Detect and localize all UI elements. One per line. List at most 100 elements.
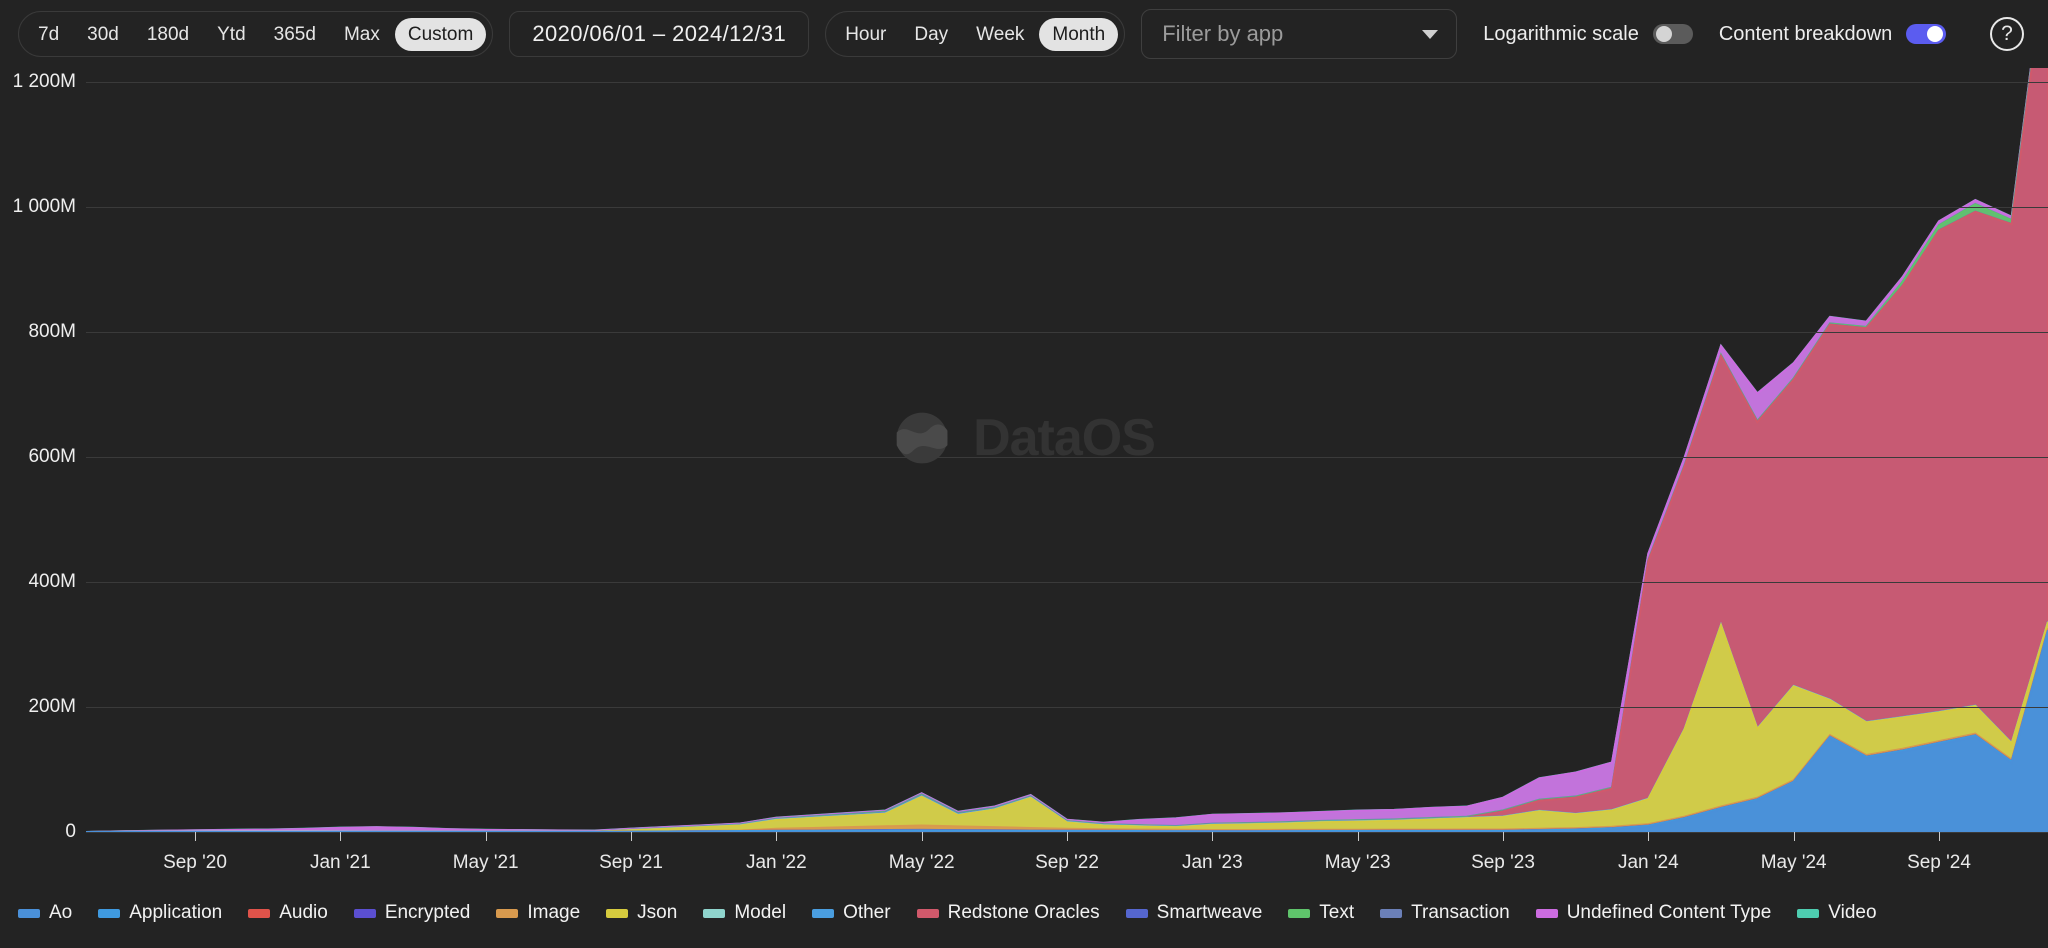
legend-label: Smartweave: [1157, 902, 1263, 924]
x-axis-tick: [486, 832, 487, 841]
range-preset-max[interactable]: Max: [331, 18, 393, 51]
gridline: [86, 82, 2048, 83]
legend-label: Undefined Content Type: [1567, 902, 1772, 924]
switch-knob: [1656, 26, 1672, 42]
plot-area[interactable]: Sep '20Jan '21May '21Sep '21Jan '22May '…: [86, 68, 2048, 878]
x-axis-tick: [1358, 832, 1359, 841]
granularity-hour[interactable]: Hour: [832, 18, 899, 51]
gridline: [86, 207, 2048, 208]
legend-label: Audio: [279, 902, 328, 924]
y-axis-label: 1 000M: [13, 196, 76, 218]
x-axis-tick: [1794, 832, 1795, 841]
legend-item[interactable]: Image: [496, 902, 580, 924]
legend-item[interactable]: Other: [812, 902, 891, 924]
y-axis-label: 600M: [28, 446, 76, 468]
range-preset-7d[interactable]: 7d: [25, 18, 72, 51]
x-axis-label: Jan '24: [1618, 852, 1679, 874]
legend-item[interactable]: Json: [606, 902, 677, 924]
legend-swatch-icon: [248, 909, 270, 918]
legend-swatch-icon: [18, 909, 40, 918]
y-axis-label: 800M: [28, 321, 76, 343]
legend-label: Json: [637, 902, 677, 924]
legend-item[interactable]: Smartweave: [1126, 902, 1263, 924]
legend-swatch-icon: [812, 909, 834, 918]
y-axis-label: 200M: [28, 696, 76, 718]
x-axis-label: Sep '24: [1907, 852, 1971, 874]
log-scale-switch[interactable]: [1653, 24, 1693, 44]
range-preset-365d[interactable]: 365d: [261, 18, 329, 51]
x-axis-label: Sep '22: [1035, 852, 1099, 874]
legend-swatch-icon: [703, 909, 725, 918]
x-axis-tick: [195, 832, 196, 841]
legend-label: Application: [129, 902, 222, 924]
range-preset-ytd[interactable]: Ytd: [204, 18, 259, 51]
range-preset-30d[interactable]: 30d: [74, 18, 132, 51]
range-preset-custom[interactable]: Custom: [395, 18, 486, 51]
legend-label: Transaction: [1411, 902, 1510, 924]
legend-label: Video: [1828, 902, 1876, 924]
x-axis-tick: [1503, 832, 1504, 841]
app-filter-placeholder: Filter by app: [1162, 21, 1283, 47]
area-series-svg: [86, 68, 2048, 878]
legend-swatch-icon: [1536, 909, 1558, 918]
content-breakdown-label: Content breakdown: [1719, 23, 1892, 46]
x-axis-label: May '23: [1325, 852, 1391, 874]
x-axis-label: Sep '21: [599, 852, 663, 874]
range-preset-group[interactable]: 7d30d180dYtd365dMaxCustom: [18, 11, 493, 57]
granularity-group[interactable]: HourDayWeekMonth: [825, 11, 1125, 57]
x-axis-label: Jan '21: [310, 852, 371, 874]
gridline: [86, 457, 2048, 458]
x-axis-tick: [1939, 832, 1940, 841]
legend-swatch-icon: [1126, 909, 1148, 918]
content-breakdown-switch[interactable]: [1906, 24, 1946, 44]
legend-item[interactable]: Redstone Oracles: [917, 902, 1100, 924]
legend-item[interactable]: Audio: [248, 902, 328, 924]
content-breakdown-toggle[interactable]: Content breakdown: [1719, 23, 1946, 46]
legend-label: Redstone Oracles: [948, 902, 1100, 924]
x-axis-tick: [1067, 832, 1068, 841]
y-axis-label: 0: [65, 821, 76, 843]
date-range-input[interactable]: 2020/06/01 – 2024/12/31: [509, 11, 809, 57]
app-filter-select[interactable]: Filter by app: [1141, 9, 1457, 59]
granularity-day[interactable]: Day: [901, 18, 961, 51]
log-scale-toggle[interactable]: Logarithmic scale: [1483, 23, 1693, 46]
analytics-dashboard: 7d30d180dYtd365dMaxCustom 2020/06/01 – 2…: [0, 0, 2048, 948]
legend-item[interactable]: Application: [98, 902, 222, 924]
gridline: [86, 332, 2048, 333]
legend-item[interactable]: Undefined Content Type: [1536, 902, 1772, 924]
legend-label: Other: [843, 902, 891, 924]
y-axis: 0200M400M600M800M1 000M1 200M: [0, 68, 76, 878]
granularity-month[interactable]: Month: [1039, 18, 1118, 51]
chart-toolbar: 7d30d180dYtd365dMaxCustom 2020/06/01 – 2…: [0, 0, 2048, 68]
range-preset-180d[interactable]: 180d: [134, 18, 202, 51]
legend-label: Text: [1319, 902, 1354, 924]
legend-swatch-icon: [1380, 909, 1402, 918]
x-axis-label: May '24: [1761, 852, 1827, 874]
legend-item[interactable]: Model: [703, 902, 786, 924]
legend-swatch-icon: [98, 909, 120, 918]
x-axis-tick: [1212, 832, 1213, 841]
legend-item[interactable]: Video: [1797, 902, 1876, 924]
legend-swatch-icon: [354, 909, 376, 918]
x-axis-tick: [922, 832, 923, 841]
legend-item[interactable]: Encrypted: [354, 902, 471, 924]
legend-swatch-icon: [917, 909, 939, 918]
legend-item[interactable]: Transaction: [1380, 902, 1510, 924]
x-axis-label: Jan '23: [1182, 852, 1243, 874]
x-axis-label: Sep '20: [163, 852, 227, 874]
legend-item[interactable]: Text: [1288, 902, 1354, 924]
chart-legend[interactable]: Ao Application Audio Encrypted Image Json Mode…: [0, 878, 2048, 948]
granularity-week[interactable]: Week: [963, 18, 1037, 51]
y-axis-label: 400M: [28, 571, 76, 593]
legend-item[interactable]: Ao: [18, 902, 72, 924]
x-axis-tick: [1648, 832, 1649, 841]
question-circle-icon[interactable]: ?: [1990, 17, 2024, 51]
legend-swatch-icon: [1797, 909, 1819, 918]
legend-label: Ao: [49, 902, 72, 924]
chevron-down-icon: [1422, 30, 1438, 39]
log-scale-label: Logarithmic scale: [1483, 23, 1639, 46]
x-axis-label: Jan '22: [746, 852, 807, 874]
x-axis-label: Sep '23: [1471, 852, 1535, 874]
legend-swatch-icon: [496, 909, 518, 918]
x-axis-label: May '22: [889, 852, 955, 874]
